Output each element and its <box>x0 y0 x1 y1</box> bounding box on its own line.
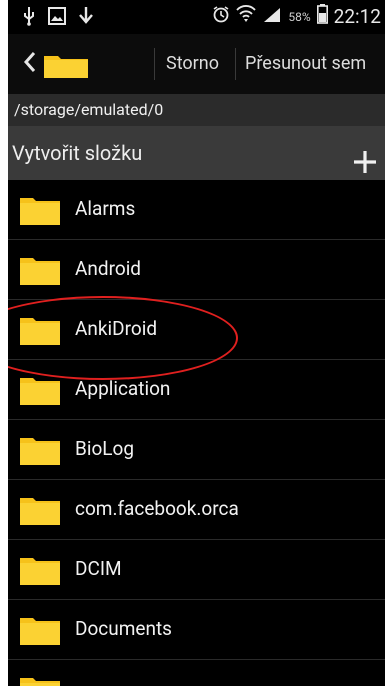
clock: 22:12 <box>333 5 381 28</box>
folder-icon <box>20 375 60 409</box>
list-item[interactable]: Alarms <box>8 180 385 240</box>
folder-icon <box>20 255 60 289</box>
image-icon <box>48 7 66 29</box>
folder-icon <box>20 315 60 349</box>
folder-name: Alarms <box>75 197 136 220</box>
battery-percent: 58% <box>288 9 311 24</box>
status-icons-right: 58% 22:12 <box>212 4 381 29</box>
list-item[interactable]: Documents <box>8 600 385 660</box>
separator <box>154 48 155 80</box>
folder-name: Android <box>75 257 142 280</box>
folder-icon <box>44 52 88 82</box>
alarm-icon <box>212 5 230 28</box>
wifi-icon <box>236 4 257 29</box>
status-icons-left <box>22 6 94 30</box>
status-bar: 58% 22:12 <box>8 0 385 34</box>
folder-name: Documents <box>75 617 172 640</box>
folder-name: DCIM <box>75 557 122 580</box>
plus-icon[interactable] <box>353 140 377 173</box>
folder-name: com.facebook.orca <box>75 497 239 520</box>
folder-icon <box>20 195 60 229</box>
list-item[interactable]: AnkiDroid <box>8 300 385 360</box>
battery-icon <box>316 4 328 29</box>
list-item[interactable] <box>8 660 385 686</box>
phone-screen: 58% 22:12 Storno Přesunout sem /storage/… <box>8 0 385 686</box>
separator <box>235 48 236 80</box>
list-item[interactable]: Android <box>8 240 385 300</box>
folder-name: AnkiDroid <box>75 317 158 340</box>
folder-icon <box>20 435 60 469</box>
move-here-button[interactable]: Přesunout sem <box>245 53 366 74</box>
folder-list: Alarms Android AnkiDroid Application Bio… <box>8 180 385 686</box>
cancel-button[interactable]: Storno <box>166 53 219 74</box>
usb-icon <box>22 6 36 30</box>
folder-icon <box>20 495 60 529</box>
signal-icon <box>262 5 282 28</box>
download-icon <box>78 6 94 30</box>
list-item[interactable]: BioLog <box>8 420 385 480</box>
list-item[interactable]: Application <box>8 360 385 420</box>
create-folder-label: Vytvořit složku <box>12 141 143 165</box>
folder-name: Application <box>75 377 171 400</box>
action-bar: Storno Přesunout sem <box>8 34 385 95</box>
list-item[interactable]: DCIM <box>8 540 385 600</box>
back-arrow-icon[interactable] <box>22 50 38 74</box>
folder-icon <box>20 615 60 649</box>
path-breadcrumb: /storage/emulated/0 <box>8 94 385 126</box>
folder-icon <box>20 675 60 686</box>
list-item[interactable]: com.facebook.orca <box>8 480 385 540</box>
create-folder-row[interactable]: Vytvořit složku <box>8 126 385 180</box>
folder-icon <box>20 555 60 589</box>
folder-name: BioLog <box>75 437 135 460</box>
